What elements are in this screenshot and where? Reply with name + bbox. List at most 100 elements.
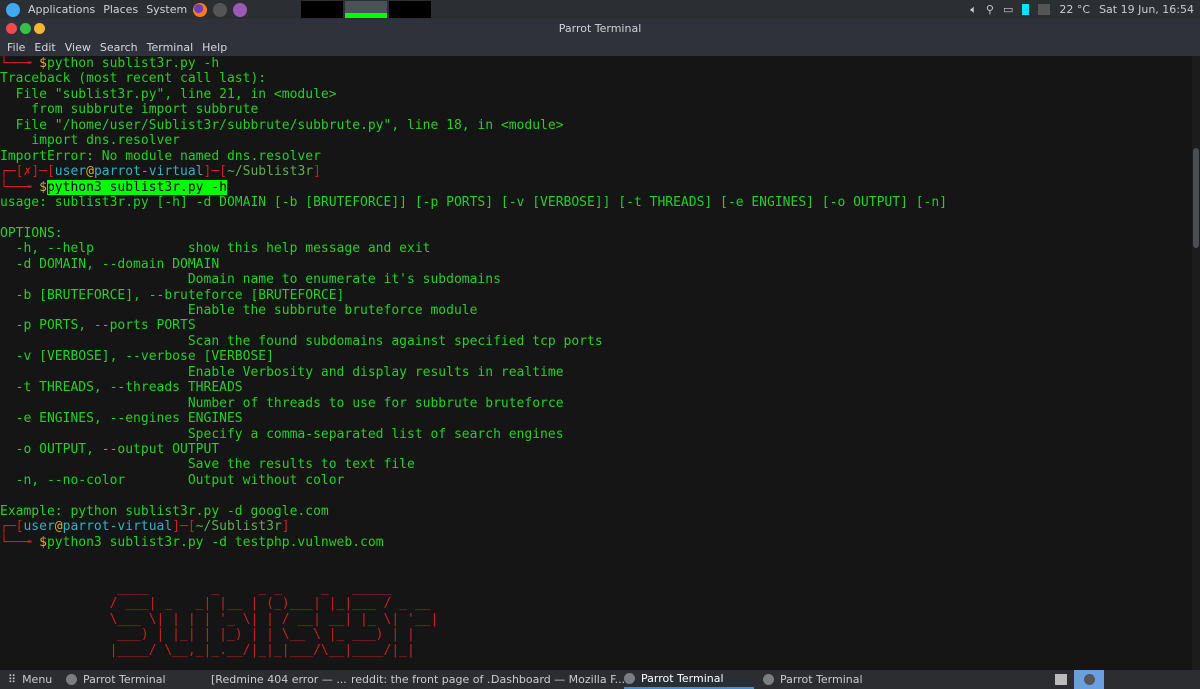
terminal-text-segment: from subbrute import subbrute: [0, 102, 259, 118]
display-icon[interactable]: ▭: [1003, 3, 1013, 16]
terminal-text-segment: / ___| _ _| |__ | (_)___| |_|___ / _ __: [0, 596, 431, 612]
terminal-text-segment: $: [39, 534, 47, 550]
terminal-text-segment: parrot-virtual: [93, 164, 204, 180]
terminal-text-segment: Domain name to enumerate it's subdomains: [0, 272, 501, 288]
workspace-2[interactable]: [345, 1, 387, 18]
battery-icon[interactable]: [1022, 4, 1030, 15]
menu-applications[interactable]: Applications: [28, 3, 95, 16]
keyboard-layout-icon[interactable]: [1055, 670, 1067, 689]
terminal-text-segment: user: [54, 164, 87, 180]
terminal-text-segment: ]─[: [31, 164, 55, 180]
scrollbar-thumb[interactable]: [1193, 148, 1199, 248]
taskbar-item[interactable]: Parrot Terminal: [624, 670, 754, 689]
taskbar-item-label: Parrot Terminal: [780, 673, 863, 686]
terminal-text-segment: $: [39, 56, 47, 71]
taskbar: ⠿ Menu Parrot Terminal [Redmine 404 error…: [0, 670, 1200, 689]
parrot-logo-icon[interactable]: [6, 2, 20, 17]
terminal-text-segment: └──╼: [0, 179, 40, 195]
terminal-line: -n, --no-color Output without color: [0, 473, 1192, 488]
minimize-button[interactable]: [34, 23, 45, 34]
window-titlebar[interactable]: Parrot Terminal: [0, 19, 1200, 38]
taskbar-item-label: Parrot Terminal: [641, 672, 724, 685]
menu-search[interactable]: Search: [100, 41, 138, 54]
terminal-line: File "/home/user/Sublist3r/subbrute/subb…: [0, 118, 1192, 133]
terminal-line: ┌─[✗]─[user@parrot-virtual]─[~/Sublist3r…: [0, 164, 1192, 179]
terminal-text-segment: @: [54, 519, 63, 535]
taskbar-item[interactable]: Dashboard — Mozilla F...: [485, 670, 625, 689]
taskbar-item-label: reddit: the front page of ...: [351, 673, 498, 686]
menu-edit[interactable]: Edit: [34, 41, 55, 54]
terminal-line: └──╼ $python3 sublist3r.py -h: [0, 179, 1192, 195]
workspace-1[interactable]: [301, 1, 343, 18]
terminal-line: -d DOMAIN, --domain DOMAIN: [0, 257, 1192, 272]
terminal-text-segment: ~/Sublist3r: [227, 164, 314, 180]
terminal-line: ┌─[user@parrot-virtual]─[~/Sublist3r]: [0, 519, 1192, 534]
terminal-line: -v [VERBOSE], --verbose [VERBOSE]: [0, 349, 1192, 364]
taskbar-item[interactable]: Parrot Terminal: [66, 670, 196, 689]
scrollbar[interactable]: [1192, 56, 1200, 670]
temperature: 22 °C: [1059, 3, 1091, 16]
firefox-icon[interactable]: [193, 2, 208, 17]
terminal-icon: [66, 674, 77, 685]
terminal-text-segment: ┌─[: [0, 164, 24, 180]
menu-places[interactable]: Places: [103, 3, 138, 16]
terminal-icon: [624, 673, 635, 684]
menu-view[interactable]: View: [65, 41, 91, 54]
menubar: File Edit View Search Terminal Help: [0, 38, 1200, 56]
terminal-text-segment: ┌─[: [0, 519, 24, 535]
terminal-text-segment: File "/home/user/Sublist3r/subbrute/subb…: [0, 117, 564, 133]
terminal-line: Scan the found subdomains against specif…: [0, 334, 1192, 349]
terminal-text-segment: \___ \| | | | '_ \| | / __| __| |_ \| '_…: [0, 611, 439, 627]
location-icon[interactable]: ⚲: [986, 3, 994, 16]
maximize-button[interactable]: [20, 23, 31, 34]
terminal-line: ImportError: No module named dns.resolve…: [0, 149, 1192, 164]
terminal-text-segment: ___) | |_| | |_) | | \__ \ |_ ___) | |: [0, 627, 415, 643]
terminal-text-segment: python3 sublist3r.py -d testphp.vulnweb.…: [46, 534, 384, 550]
terminal-text-segment: user: [23, 519, 55, 535]
terminal-line: from subbrute import subbrute: [0, 102, 1192, 117]
terminal-output[interactable]: └──╼ $python sublist3r.py -h Traceback (m…: [0, 56, 1192, 670]
taskbar-menu-button[interactable]: ⠿ Menu: [8, 670, 52, 689]
menu-help[interactable]: Help: [202, 41, 227, 54]
terminal-line: -p PORTS, --ports PORTS: [0, 318, 1192, 333]
taskbar-item[interactable]: reddit: the front page of ...: [345, 670, 497, 689]
taskbar-item[interactable]: [Redmine 404 error — ...: [205, 670, 347, 689]
terminal-line: ___) | |_| | |_) | | \__ \ |_ ___) | |: [0, 627, 1192, 642]
notes-icon[interactable]: [233, 2, 248, 17]
terminal-line: -t THREADS, --threads THREADS: [0, 380, 1192, 395]
menu-system[interactable]: System: [146, 3, 187, 16]
terminal-text-segment: usage: sublist3r.py [-h] -d DOMAIN [-b […: [0, 194, 948, 210]
close-button[interactable]: [6, 23, 17, 34]
terminal-text-segment: Example: python sublist3r.py -d google.c…: [0, 503, 329, 519]
volume-icon[interactable]: 🔈︎: [970, 3, 977, 17]
terminal-text-segment: ____ _ _ _ _ _____: [0, 580, 392, 596]
terminal-text-segment: -e ENGINES, --engines ENGINES: [0, 411, 243, 427]
terminal-line: / ___| _ _| |__ | (_)___| |_|___ / _ __: [0, 596, 1192, 611]
terminal-line: └──╼ $python3 sublist3r.py -d testphp.vu…: [0, 535, 1192, 550]
terminal-text-segment: Scan the found subdomains against specif…: [0, 333, 603, 349]
taskbar-item[interactable]: Parrot Terminal: [763, 670, 893, 689]
terminal-text-segment: ]: [281, 519, 290, 535]
terminal-text-segment: import dns.resolver: [0, 133, 181, 149]
menu-terminal[interactable]: Terminal: [147, 41, 194, 54]
clock[interactable]: Sat 19 Jun, 16:54: [1099, 3, 1194, 16]
terminal-text-segment: @: [86, 164, 94, 180]
taskbar-item-label: [Redmine 404 error — ...: [211, 673, 347, 686]
workspace-3[interactable]: [389, 1, 431, 18]
terminal-text-segment: Save the results to text file: [0, 457, 415, 473]
show-desktop-button[interactable]: [1074, 670, 1104, 689]
terminal-line: └──╼ $python sublist3r.py -h: [0, 56, 1192, 71]
terminal-icon[interactable]: [213, 2, 228, 17]
terminal-line: Enable Verbosity and display results in …: [0, 365, 1192, 380]
terminal-line: -o OUTPUT, --output OUTPUT: [0, 442, 1192, 457]
menu-file[interactable]: File: [7, 41, 25, 54]
terminal-text-segment: Specify a comma-separated list of search…: [0, 426, 564, 442]
terminal-line: ____ _ _ _ _ _____: [0, 581, 1192, 596]
terminal-text-segment: -b [BRUTEFORCE], --bruteforce [BRUTEFORC…: [0, 287, 345, 303]
terminal-text-segment: $: [39, 179, 47, 195]
terminal-line: -e ENGINES, --engines ENGINES: [0, 411, 1192, 426]
terminal-text-segment: ]: [313, 164, 321, 180]
